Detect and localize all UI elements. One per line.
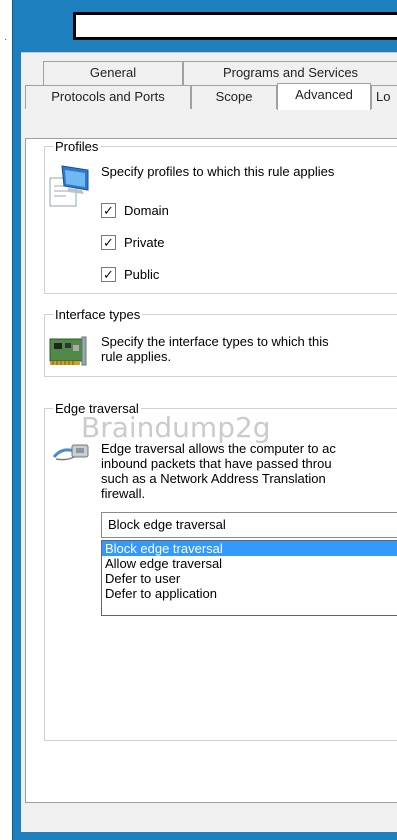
edge-traversal-select[interactable]: Block edge traversal [101,512,397,538]
advanced-tab-panel: Profiles Specify profiles to which this … [25,138,397,803]
profiles-description: Specify profiles to which this rule appl… [101,164,335,179]
option-defer-to-user[interactable]: Defer to user [102,571,397,586]
tab-programs-and-services[interactable]: Programs and Services [183,61,397,85]
profiles-legend: Profiles [53,139,101,154]
tab-localized[interactable]: Lo [371,85,397,109]
tab-general[interactable]: General [43,61,183,85]
title-bar [13,0,397,52]
private-checkbox-row[interactable]: ✓ Private [101,233,164,251]
properties-window: General Programs and Services Protocols … [12,0,397,840]
edge-traversal-dropdown-list: Block edge traversal Allow edge traversa… [101,540,397,616]
dialog-client-area: General Programs and Services Protocols … [21,52,397,832]
domain-checkbox[interactable]: ✓ [101,202,116,218]
network-cable-icon [52,444,89,461]
public-label: Public [124,266,160,282]
option-defer-to-application[interactable]: Defer to application [102,586,397,601]
watermark: Braindump2g [81,411,271,444]
edge-traversal-description-line2: inbound packets that have passed throu [101,456,332,471]
computer-monitor-icon [49,165,89,207]
edge-traversal-description-line4: firewall. [101,486,146,501]
tab-protocols-and-ports[interactable]: Protocols and Ports [25,85,191,109]
interface-types-legend: Interface types [53,307,143,322]
option-allow-edge-traversal[interactable]: Allow edge traversal [102,556,397,571]
window-edge-dot: · [4,34,8,45]
private-checkbox[interactable]: ✓ [101,234,116,250]
tab-scope[interactable]: Scope [191,85,277,109]
interface-types-description-line1: Specify the interface types to which thi… [101,334,329,349]
tab-advanced[interactable]: Advanced [277,83,371,110]
domain-checkbox-row[interactable]: ✓ Domain [101,201,169,219]
edge-traversal-description-line3: such as a Network Address Translation [101,471,326,486]
domain-label: Domain [124,202,169,218]
profiles-group: Profiles [44,139,397,294]
window-title-field [73,12,397,40]
network-card-icon [49,336,87,366]
option-block-edge-traversal[interactable]: Block edge traversal [102,541,397,556]
private-label: Private [124,234,165,250]
public-checkbox-row[interactable]: ✓ Public [101,265,159,283]
public-checkbox[interactable]: ✓ [101,266,116,282]
interface-types-description-line2: rule applies. [101,349,172,364]
